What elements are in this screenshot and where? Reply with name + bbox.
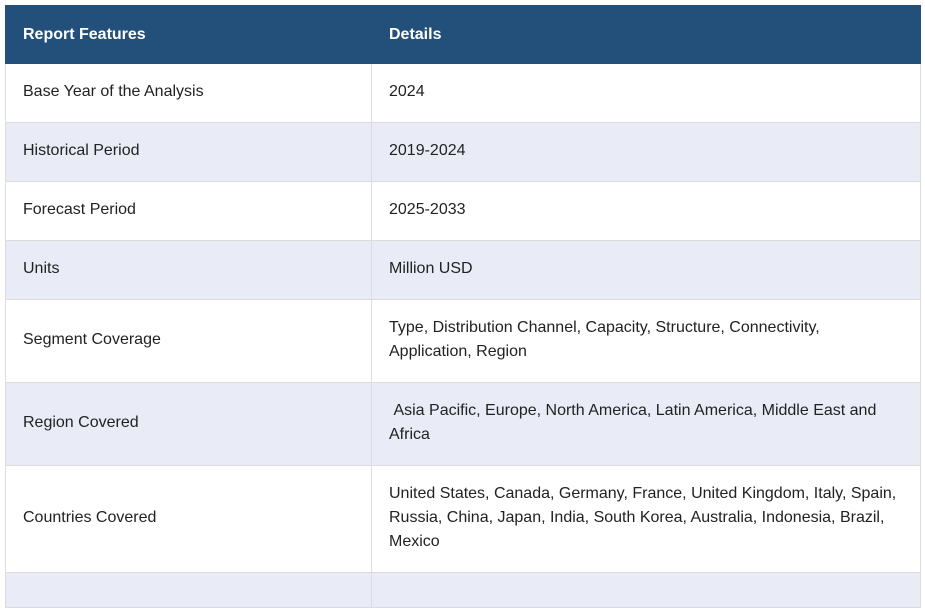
table-row-partial [5,572,921,608]
table-row: Historical Period 2019-2024 [5,122,921,182]
table-row: Base Year of the Analysis 2024 [5,63,921,123]
detail-cell: Million USD [371,240,921,300]
table-row: Segment Coverage Type, Distribution Chan… [5,299,921,383]
detail-cell: United States, Canada, Germany, France, … [371,465,921,573]
table-row: Countries Covered United States, Canada,… [5,465,921,573]
feature-cell-empty [5,572,372,608]
table-body: Base Year of the Analysis 2024 Historica… [5,63,921,608]
header-row: Report Features Details [5,5,921,64]
feature-cell: Units [5,240,372,300]
feature-cell: Region Covered [5,382,372,466]
detail-cell: Asia Pacific, Europe, North America, Lat… [371,382,921,466]
table-row: Region Covered Asia Pacific, Europe, Nor… [5,382,921,466]
header-report-features: Report Features [5,5,372,64]
detail-cell: Type, Distribution Channel, Capacity, St… [371,299,921,383]
detail-cell-empty [371,572,921,608]
table-row: Units Million USD [5,240,921,300]
feature-cell: Forecast Period [5,181,372,241]
feature-cell: Base Year of the Analysis [5,63,372,123]
feature-cell: Countries Covered [5,465,372,573]
detail-cell: 2019-2024 [371,122,921,182]
report-features-table: Report Features Details Base Year of the… [5,5,921,608]
table-header: Report Features Details [5,5,921,64]
table-row: Forecast Period 2025-2033 [5,181,921,241]
feature-cell: Historical Period [5,122,372,182]
detail-cell: 2024 [371,63,921,123]
header-details: Details [371,5,921,64]
feature-cell: Segment Coverage [5,299,372,383]
detail-cell: 2025-2033 [371,181,921,241]
